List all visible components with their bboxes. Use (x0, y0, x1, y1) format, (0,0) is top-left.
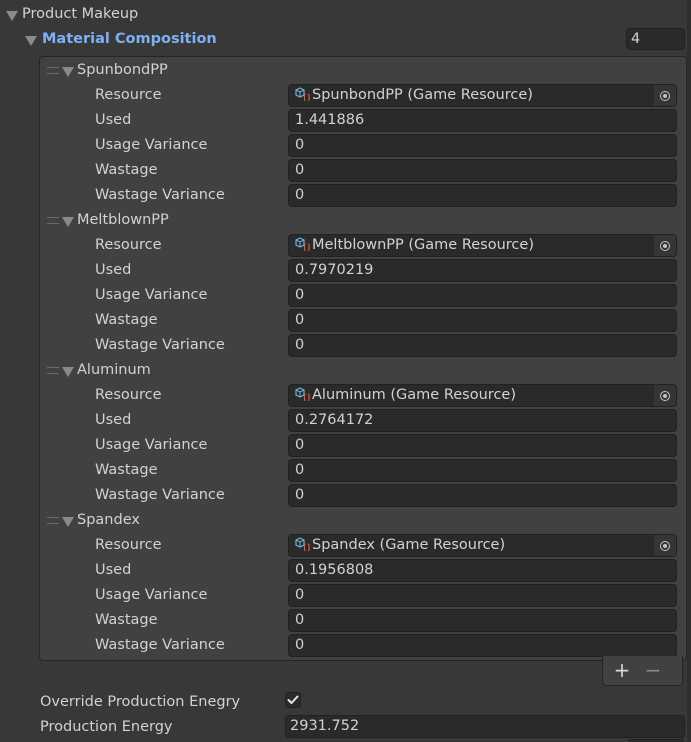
wastage-label: Wastage (95, 312, 158, 328)
resource-label: Resource (95, 387, 162, 403)
usage-variance-label: Usage Variance (95, 137, 208, 153)
item-foldout-arrow[interactable] (62, 515, 74, 531)
resource-value: Spandex (Game Resource) (312, 537, 506, 553)
game-resource-icon (295, 536, 310, 551)
object-picker-button[interactable] (654, 235, 676, 256)
wastage-label: Wastage (95, 462, 158, 478)
drag-handle-icon[interactable] (47, 67, 59, 74)
wastage-variance-field[interactable]: 0 (288, 634, 677, 657)
game-resource-icon (295, 236, 310, 251)
used-field[interactable]: 1.441886 (288, 109, 677, 132)
wastage-field[interactable]: 0 (288, 159, 677, 182)
object-picker-icon (660, 90, 670, 101)
resource-label: Resource (95, 87, 162, 103)
game-resource-icon (295, 86, 310, 101)
override-production-energy-label: Override Production Enegry (40, 694, 241, 710)
used-label: Used (95, 262, 132, 278)
item-foldout-arrow[interactable] (62, 365, 74, 381)
drag-handle-icon[interactable] (47, 367, 59, 374)
resource-object-field[interactable]: SpunbondPP (Game Resource) (288, 84, 677, 107)
game-resource-icon (295, 386, 310, 401)
scrollbar-edge (687, 0, 691, 742)
checkmark-icon (287, 695, 299, 704)
usage-variance-field[interactable]: 0 (288, 134, 677, 157)
object-picker-icon (660, 240, 670, 251)
wastage-variance-field[interactable]: 0 (288, 484, 677, 507)
usage-variance-label: Usage Variance (95, 587, 208, 603)
usage-variance-label: Usage Variance (95, 287, 208, 303)
item-foldout-arrow[interactable] (62, 65, 74, 81)
used-field[interactable]: 0.1956808 (288, 559, 677, 582)
resource-value: SpunbondPP (Game Resource) (312, 87, 533, 103)
material-composition-title[interactable]: Material Composition (42, 29, 217, 49)
object-picker-button[interactable] (654, 385, 676, 406)
usage-variance-label: Usage Variance (95, 437, 208, 453)
resource-object-field[interactable]: Spandex (Game Resource) (288, 534, 677, 557)
add-element-button[interactable]: + (613, 660, 631, 680)
resource-label: Resource (95, 237, 162, 253)
used-field[interactable]: 0.7970219 (288, 259, 677, 282)
wastage-variance-label: Wastage Variance (95, 637, 225, 653)
wastage-field[interactable]: 0 (288, 609, 677, 632)
override-production-energy-checkbox[interactable] (285, 692, 301, 708)
production-energy-label: Production Energy (40, 719, 173, 735)
resource-object-field[interactable]: MeltblownPP (Game Resource) (288, 234, 677, 257)
object-picker-button[interactable] (654, 85, 676, 106)
wastage-variance-label: Wastage Variance (95, 487, 225, 503)
wastage-label: Wastage (95, 162, 158, 178)
remove-element-button[interactable]: − (644, 660, 662, 680)
material-item-name[interactable]: MeltblownPP (77, 210, 169, 230)
usage-variance-field[interactable]: 0 (288, 284, 677, 307)
object-picker-button[interactable] (654, 535, 676, 556)
wastage-field[interactable]: 0 (288, 459, 677, 482)
material-count-field[interactable]: 4 (626, 28, 685, 50)
drag-handle-icon[interactable] (47, 517, 59, 524)
material-composition-foldout-arrow[interactable] (25, 34, 37, 50)
object-picker-icon (660, 540, 670, 551)
object-picker-icon (660, 390, 670, 401)
wastage-variance-label: Wastage Variance (95, 187, 225, 203)
resource-value: Aluminum (Game Resource) (312, 387, 516, 403)
usage-variance-field[interactable]: 0 (288, 584, 677, 607)
product-makeup-title[interactable]: Product Makeup (22, 4, 138, 24)
material-item-name[interactable]: Aluminum (77, 360, 151, 380)
used-field[interactable]: 0.2764172 (288, 409, 677, 432)
wastage-field[interactable]: 0 (288, 309, 677, 332)
list-footer: + − (602, 656, 683, 686)
product-makeup-foldout-arrow[interactable] (6, 9, 18, 25)
used-label: Used (95, 412, 132, 428)
wastage-label: Wastage (95, 612, 158, 628)
used-label: Used (95, 562, 132, 578)
wastage-variance-field[interactable]: 0 (288, 184, 677, 207)
used-label: Used (95, 112, 132, 128)
resource-value: MeltblownPP (Game Resource) (312, 237, 534, 253)
resource-label: Resource (95, 537, 162, 553)
wastage-variance-label: Wastage Variance (95, 337, 225, 353)
usage-variance-field[interactable]: 0 (288, 434, 677, 457)
resource-object-field[interactable]: Aluminum (Game Resource) (288, 384, 677, 407)
material-item-name[interactable]: Spandex (77, 510, 140, 530)
item-foldout-arrow[interactable] (62, 215, 74, 231)
material-item-name[interactable]: SpunbondPP (77, 60, 168, 80)
production-energy-field[interactable]: 2931.752 (285, 715, 685, 738)
wastage-variance-field[interactable]: 0 (288, 334, 677, 357)
drag-handle-icon[interactable] (47, 217, 59, 224)
